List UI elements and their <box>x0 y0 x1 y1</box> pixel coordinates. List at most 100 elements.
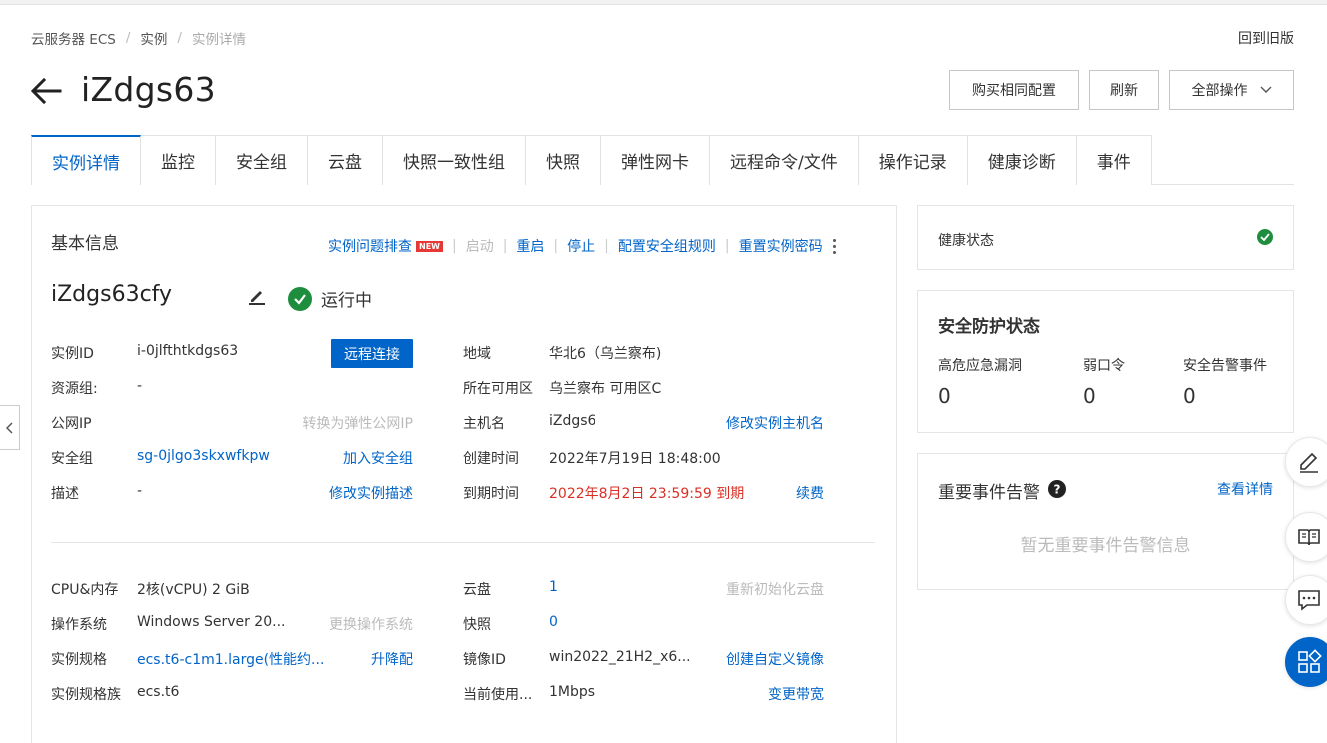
os-label: 操作系统 <box>51 617 107 633</box>
apps-icon <box>1298 649 1322 673</box>
instance-family-label: 实例规格族 <box>51 687 121 703</box>
tab-disks[interactable]: 云盘 <box>308 135 383 185</box>
bandwidth-value: 1Mbps <box>549 684 596 700</box>
resource-group-value: - <box>137 378 143 394</box>
renew-link[interactable]: 续费 <box>796 483 824 503</box>
region-label: 地域 <box>463 346 491 362</box>
expire-label: 到期时间 <box>463 486 519 502</box>
breadcrumb-ecs[interactable]: 云服务器 ECS <box>31 28 116 48</box>
zone-value: 乌兰察布 可用区C <box>549 381 662 397</box>
buy-same-config-button[interactable]: 购买相同配置 <box>949 70 1079 110</box>
check-circle-icon <box>1257 229 1273 245</box>
security-alerts-count[interactable]: 0 <box>1183 384 1196 408</box>
breadcrumb: 云服务器 ECS / 实例 / 实例详情 <box>31 28 246 48</box>
vuln-count[interactable]: 0 <box>938 384 951 408</box>
apps-menu-button[interactable] <box>1285 637 1327 687</box>
troubleshoot-label: 实例问题排查 <box>328 239 412 255</box>
more-vertical-icon[interactable] <box>832 238 836 254</box>
book-icon <box>1298 529 1320 546</box>
top-bar <box>0 0 1327 5</box>
region-value: 华北6（乌兰察布) <box>549 346 662 362</box>
instance-type-label: 实例规格 <box>51 652 107 668</box>
tab-instance-details[interactable]: 实例详情 <box>31 135 141 185</box>
breadcrumb-instances[interactable]: 实例 <box>140 28 167 48</box>
created-label: 创建时间 <box>463 451 519 467</box>
tab-snapshots[interactable]: 快照 <box>526 135 601 185</box>
config-sg-rules-link[interactable]: 配置安全组规则 <box>618 236 716 256</box>
instance-id-label: 实例ID <box>51 346 94 362</box>
all-operations-label: 全部操作 <box>1191 83 1248 99</box>
important-events-title: 重要事件告警 <box>938 483 1040 503</box>
new-badge: NEW <box>416 241 443 252</box>
instance-id-value: i-0jlfthtkdgs63 <box>137 343 239 359</box>
resource-group-label: 资源组: <box>51 381 98 397</box>
docs-button[interactable] <box>1285 512 1327 562</box>
create-custom-image-link[interactable]: 创建自定义镜像 <box>726 649 824 669</box>
chevron-left-icon <box>5 421 13 434</box>
hostname-label: 主机名 <box>463 416 505 432</box>
created-value: 2022年7月19日 18:48:00 <box>549 451 721 467</box>
collapse-sidebar-handle[interactable] <box>0 405 20 450</box>
modify-hostname-link[interactable]: 修改实例主机名 <box>726 413 824 433</box>
feedback-edit-button[interactable] <box>1285 437 1327 487</box>
snapshot-count-link[interactable]: 0 <box>549 614 558 630</box>
join-sg-link[interactable]: 加入安全组 <box>343 448 413 468</box>
security-group-link[interactable]: sg-0jlgo3skxwfkpw <box>137 448 271 464</box>
arrow-left-icon[interactable] <box>30 76 62 106</box>
expire-value: 2022年8月2日 23:59:59 到期 <box>549 486 745 502</box>
basic-info-actions: 实例问题排查 NEW | 启动 | 重启 | 停止 | 配置安全组规则 | 重置实… <box>328 236 836 256</box>
remote-connect-button[interactable]: 远程连接 <box>331 339 413 368</box>
instance-status: 运行中 <box>288 286 372 311</box>
important-events-card <box>917 453 1294 590</box>
image-id-label: 镜像ID <box>463 652 506 668</box>
divider: | <box>451 238 457 254</box>
divider: | <box>604 238 609 254</box>
question-icon[interactable]: ? <box>1048 480 1066 498</box>
tab-operation-logs[interactable]: 操作记录 <box>858 135 968 185</box>
upgrade-downgrade-link[interactable]: 升降配 <box>371 649 413 669</box>
bandwidth-label: 当前使用... <box>463 687 533 703</box>
cpu-memory-label: CPU&内存 <box>51 582 119 598</box>
divider: | <box>724 238 730 254</box>
tab-events[interactable]: 事件 <box>1076 135 1152 185</box>
tab-monitoring[interactable]: 监控 <box>141 135 216 185</box>
tab-remote-commands[interactable]: 远程命令/文件 <box>710 135 859 185</box>
disk-count-link[interactable]: 1 <box>549 579 558 595</box>
security-group-label: 安全组 <box>51 451 93 467</box>
view-details-link[interactable]: 查看详情 <box>1217 479 1273 499</box>
disk-label: 云盘 <box>463 582 491 598</box>
breadcrumb-separator: / <box>177 30 182 46</box>
no-events-message: 暂无重要事件告警信息 <box>1020 536 1191 556</box>
reset-password-link[interactable]: 重置实例密码 <box>739 236 823 256</box>
convert-eip-link: 转换为弹性公网IP <box>302 416 413 432</box>
tab-bar: 实例详情 监控 安全组 云盘 快照一致性组 快照 弹性网卡 远程命令/文件 操作… <box>31 135 1294 185</box>
chat-support-button[interactable] <box>1285 575 1327 625</box>
change-bandwidth-link[interactable]: 变更带宽 <box>768 684 824 704</box>
section-divider <box>51 542 875 543</box>
weak-password-label: 弱口令 <box>1083 358 1125 374</box>
start-link: 启动 <box>465 239 494 255</box>
modify-description-link[interactable]: 修改实例描述 <box>329 483 413 503</box>
instance-type-link[interactable]: ecs.t6-c1m1.large(性能约... <box>137 649 324 669</box>
check-circle-icon <box>288 286 312 311</box>
stop-link[interactable]: 停止 <box>567 236 595 256</box>
image-id-value: win2022_21H2_x6... <box>549 649 691 665</box>
edit-icon[interactable] <box>248 287 266 305</box>
tab-security-groups[interactable]: 安全组 <box>216 135 308 185</box>
tab-snapshot-groups[interactable]: 快照一致性组 <box>383 135 526 185</box>
breadcrumb-current: 实例详情 <box>191 32 246 48</box>
troubleshoot-link[interactable]: 实例问题排查 NEW <box>328 236 443 256</box>
security-alerts-label: 安全告警事件 <box>1183 358 1267 374</box>
reinit-disk-link: 重新初始化云盘 <box>726 582 824 598</box>
refresh-button[interactable]: 刷新 <box>1089 70 1159 110</box>
change-os-link: 更换操作系统 <box>329 617 413 633</box>
tab-eni[interactable]: 弹性网卡 <box>601 135 710 185</box>
back-to-old-version-link[interactable]: 回到旧版 <box>1238 28 1294 48</box>
page-title: iZdgs63 <box>81 70 216 109</box>
restart-link[interactable]: 重启 <box>516 236 544 256</box>
tab-health-diagnosis[interactable]: 健康诊断 <box>967 135 1077 185</box>
description-label: 描述 <box>51 486 79 502</box>
status-text: 运行中 <box>321 291 372 311</box>
weak-password-count[interactable]: 0 <box>1083 384 1096 408</box>
all-operations-dropdown[interactable]: 全部操作 <box>1169 70 1294 110</box>
